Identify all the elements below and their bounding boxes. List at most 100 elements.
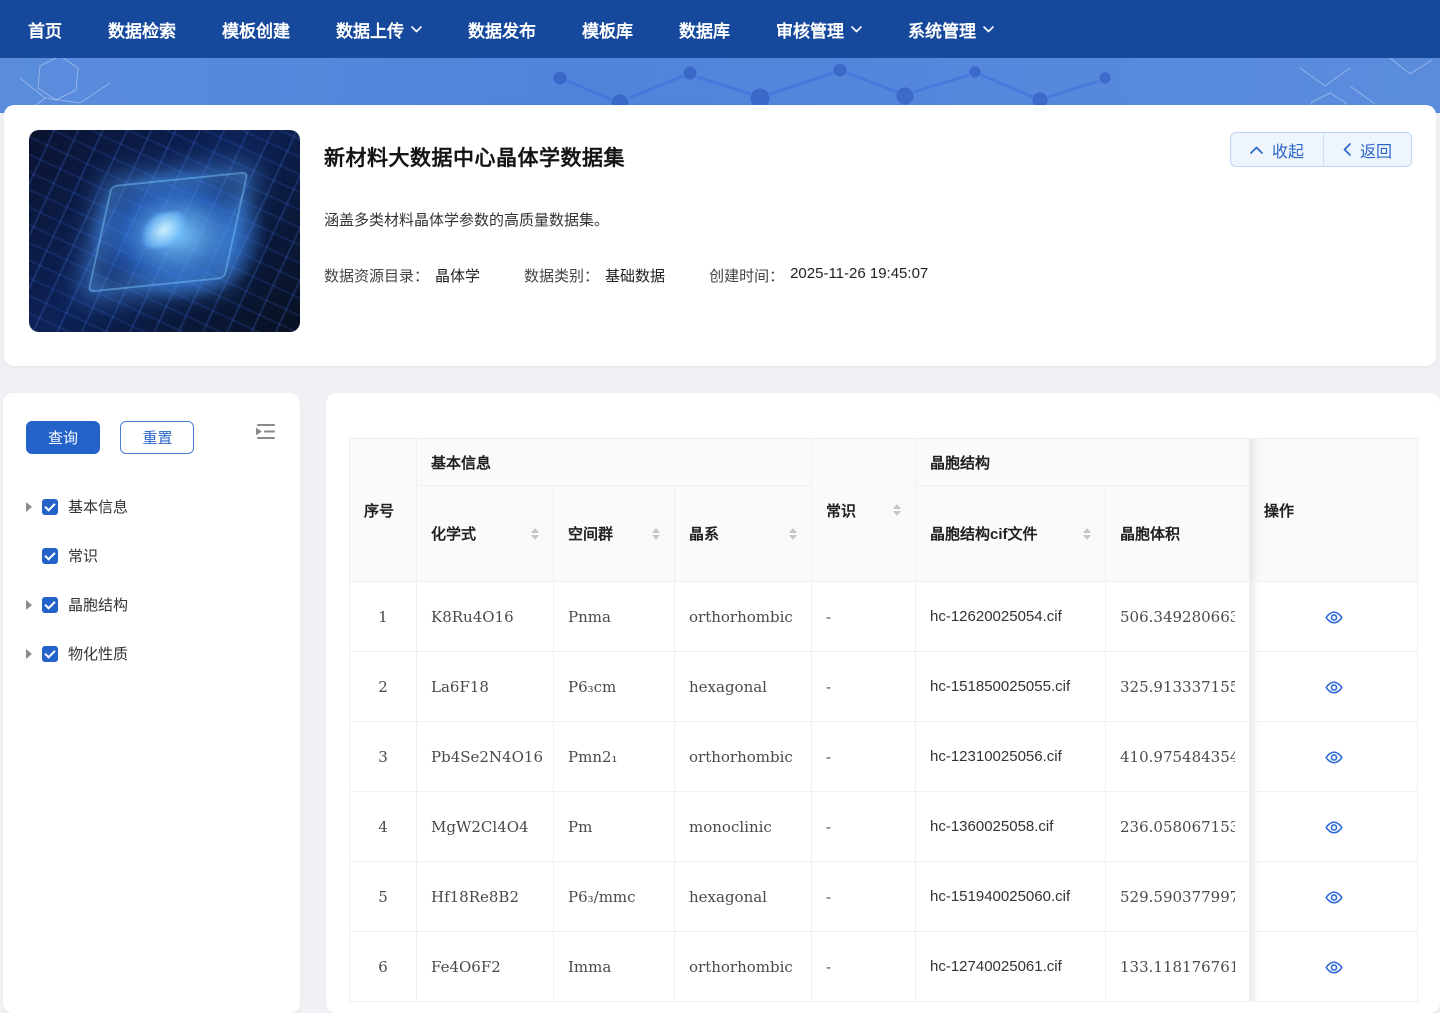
table-row: 2 La6F18 P6₃cm hexagonal - hc-1518500250…: [350, 652, 1418, 722]
tree-item-common-sense: 常识: [26, 545, 280, 566]
nav-item-template-create[interactable]: 模板创建: [222, 17, 290, 42]
cell-seq: 2: [350, 652, 417, 722]
nav-item-database[interactable]: 数据库: [679, 17, 730, 42]
cell-space-group: P6₃cm: [554, 652, 675, 722]
meta-label: 数据资源目录：: [324, 265, 429, 286]
column-header-crystal-system[interactable]: 晶系: [675, 486, 812, 582]
eye-icon[interactable]: [1325, 610, 1343, 625]
checkbox-checked[interactable]: [42, 499, 58, 515]
cell-space-group: Pnma: [554, 582, 675, 652]
meta-value: 2025-11-26 19:45:07: [790, 265, 928, 286]
cell-formula: La6F18: [417, 652, 554, 722]
eye-icon[interactable]: [1325, 890, 1343, 905]
cell-common: -: [812, 652, 916, 722]
back-button[interactable]: 返回: [1323, 133, 1411, 166]
column-header-label: 常识: [826, 500, 856, 521]
nav-item-label: 数据上传: [336, 17, 404, 42]
column-header-cell-volume: 晶胞体积: [1106, 486, 1250, 582]
cell-space-group: Pm: [554, 792, 675, 862]
cell-volume: 410.97548435444: [1106, 722, 1250, 792]
checkbox-checked[interactable]: [42, 597, 58, 613]
cell-actions: [1250, 652, 1418, 722]
cell-formula: Fe4O6F2: [417, 932, 554, 1002]
nav-item-home[interactable]: 首页: [28, 17, 62, 42]
top-nav: 首页 数据检索 模板创建 数据上传 数据发布 模板库 数据库 审核管理 系统管理: [0, 0, 1440, 58]
tree-item-physchem-properties: 物化性质: [26, 643, 280, 664]
table-panel: 序号 基本信息 常识 晶胞结构 操作 化学式: [326, 393, 1440, 1013]
checkbox-checked[interactable]: [42, 646, 58, 662]
reset-button[interactable]: 重置: [120, 421, 194, 454]
tree-item-basic-info: 基本信息: [26, 496, 280, 517]
column-header-label: 空间群: [568, 523, 613, 544]
sort-carets-icon[interactable]: [789, 528, 797, 540]
chevron-up-icon: [1250, 146, 1263, 154]
back-button-label: 返回: [1360, 138, 1392, 162]
query-button[interactable]: 查询: [26, 421, 100, 454]
meta-item-resource-catalog: 数据资源目录： 晶体学: [324, 265, 480, 286]
cell-cif-file: hc-1360025058.cif: [916, 792, 1106, 862]
nav-item-system-management[interactable]: 系统管理: [908, 17, 994, 42]
table-body: 1 K8Ru4O16 Pnma orthorhombic - hc-126200…: [350, 582, 1418, 1002]
dataset-meta: 数据资源目录： 晶体学 数据类别： 基础数据 创建时间： 2025-11-26 …: [324, 265, 1412, 286]
nav-item-template-library[interactable]: 模板库: [582, 17, 633, 42]
table-row: 1 K8Ru4O16 Pnma orthorhombic - hc-126200…: [350, 582, 1418, 652]
cell-common: -: [812, 862, 916, 932]
column-header-space-group[interactable]: 空间群: [554, 486, 675, 582]
eye-icon[interactable]: [1325, 750, 1343, 765]
checkbox-checked[interactable]: [42, 548, 58, 564]
cell-volume: 529.590377997972: [1106, 862, 1250, 932]
tree-item-label: 物化性质: [68, 643, 128, 664]
cell-volume: 506.349280663369: [1106, 582, 1250, 652]
nav-item-label: 模板库: [582, 17, 633, 42]
chevron-left-icon: [1343, 143, 1351, 156]
caret-right-icon[interactable]: [26, 600, 32, 610]
nav-item-audit-management[interactable]: 审核管理: [776, 17, 862, 42]
table-row: 5 Hf18Re8B2 P6₃/mmc hexagonal - hc-15194…: [350, 862, 1418, 932]
cell-space-group: P6₃/mmc: [554, 862, 675, 932]
cell-crystal-system: hexagonal: [675, 652, 812, 722]
cell-common: -: [812, 582, 916, 652]
tree-item-label: 晶胞结构: [68, 594, 128, 615]
sort-carets-icon[interactable]: [652, 528, 660, 540]
nav-item-label: 系统管理: [908, 17, 976, 42]
table-row: 6 Fe4O6F2 Imma orthorhombic - hc-1274002…: [350, 932, 1418, 1002]
cell-common: -: [812, 932, 916, 1002]
column-header-cif-file[interactable]: 晶胞结构cif文件: [916, 486, 1106, 582]
nav-item-label: 模板创建: [222, 17, 290, 42]
cell-cif-file: hc-12740025061.cif: [916, 932, 1106, 1002]
nav-item-data-publish[interactable]: 数据发布: [468, 17, 536, 42]
eye-icon[interactable]: [1325, 820, 1343, 835]
cell-crystal-system: orthorhombic: [675, 932, 812, 1002]
eye-icon[interactable]: [1325, 960, 1343, 975]
cell-cif-file: hc-12310025056.cif: [916, 722, 1106, 792]
nav-item-label: 数据发布: [468, 17, 536, 42]
sort-carets-icon[interactable]: [531, 528, 539, 540]
tree-item-cell-structure: 晶胞结构: [26, 594, 280, 615]
collapse-button[interactable]: 收起: [1231, 133, 1323, 166]
sort-carets-icon[interactable]: [893, 504, 901, 516]
column-header-label: 晶胞结构cif文件: [930, 523, 1038, 544]
meta-item-create-time: 创建时间： 2025-11-26 19:45:07: [709, 265, 928, 286]
meta-value: 晶体学: [435, 265, 480, 286]
dataset-description: 涵盖多类材料晶体学参数的高质量数据集。: [324, 209, 1412, 230]
nav-item-label: 审核管理: [776, 17, 844, 42]
column-header-formula[interactable]: 化学式: [417, 486, 554, 582]
content-row: 查询 重置 基本信息 常识 晶胞结构 物化性质: [3, 393, 1440, 1013]
cell-formula: Hf18Re8B2: [417, 862, 554, 932]
column-header-common[interactable]: 常识: [812, 439, 916, 582]
column-group-basic-info: 基本信息: [417, 439, 812, 486]
menu-fold-icon[interactable]: [254, 423, 276, 445]
nav-item-data-upload[interactable]: 数据上传: [336, 17, 422, 42]
cell-seq: 5: [350, 862, 417, 932]
chevron-down-icon: [983, 26, 994, 33]
caret-right-icon[interactable]: [26, 649, 32, 659]
sort-carets-icon[interactable]: [1083, 528, 1091, 540]
data-table: 序号 基本信息 常识 晶胞结构 操作 化学式: [349, 438, 1418, 1002]
eye-icon[interactable]: [1325, 680, 1343, 695]
cell-seq: 4: [350, 792, 417, 862]
table-row: 4 MgW2Cl4O4 Pm monoclinic - hc-136002505…: [350, 792, 1418, 862]
nav-item-data-search[interactable]: 数据检索: [108, 17, 176, 42]
column-header-label: 化学式: [431, 523, 476, 544]
caret-right-icon[interactable]: [26, 502, 32, 512]
cell-seq: 1: [350, 582, 417, 652]
